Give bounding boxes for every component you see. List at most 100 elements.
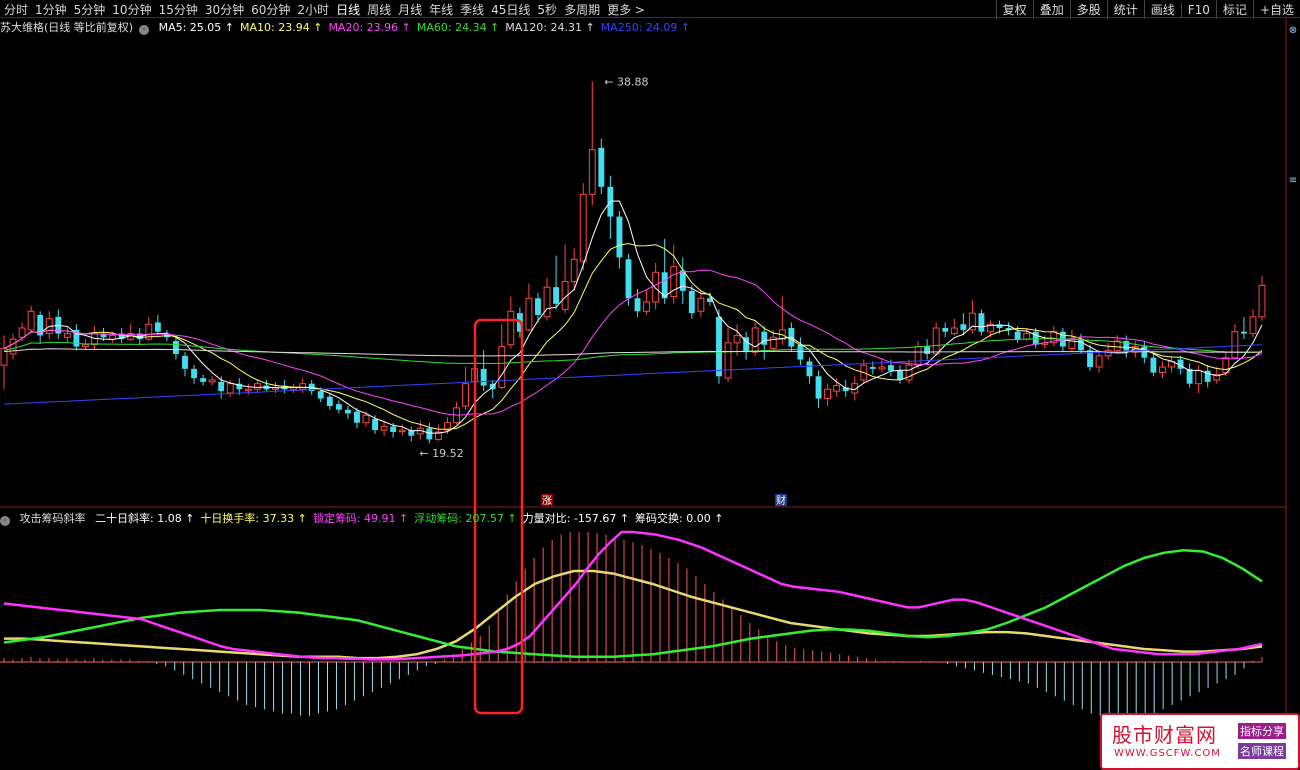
- candle-body: [996, 324, 1003, 328]
- candle-body: [914, 346, 922, 366]
- candle-body: [525, 297, 533, 331]
- candle-body: [507, 310, 515, 346]
- candle-body: [335, 404, 342, 410]
- candle-body: [390, 426, 397, 432]
- candle-body: [815, 376, 822, 399]
- settings-icon[interactable]: ◦: [139, 25, 150, 35]
- candle-body: [1095, 355, 1103, 368]
- candle-body: [761, 331, 768, 345]
- candle-body: [200, 378, 207, 382]
- right-scale-icon[interactable]: ≡: [1286, 175, 1300, 186]
- indicator-legend-item-2: 锁定筹码: 49.91 ↑: [312, 512, 409, 525]
- indicator-title: 攻击筹码斜率: [19, 512, 86, 525]
- candle-body: [244, 388, 252, 392]
- candle-body: [426, 428, 433, 440]
- candle-body: [652, 271, 660, 303]
- candle-body: [797, 344, 804, 360]
- candle-body: [1150, 357, 1157, 373]
- candle-body: [697, 297, 705, 312]
- candle-body: [91, 333, 98, 346]
- candle-body: [751, 327, 759, 353]
- watermark-logo: 股市财富网 WWW.GSCFW.COM 指标分享 名师课程: [1100, 713, 1300, 770]
- candle-body: [299, 383, 307, 390]
- candle-body: [1014, 331, 1021, 340]
- ma-legend-item-4: MA120: 24.31 ↑: [505, 21, 595, 34]
- candle-body: [598, 147, 605, 187]
- candle-body: [824, 388, 832, 400]
- candle-body: [18, 327, 26, 338]
- candle-body: [1195, 370, 1203, 385]
- ma-line-MA5: [3, 200, 1263, 434]
- candle-body: [372, 419, 379, 431]
- candle-body: [688, 290, 695, 314]
- candle-body: [878, 366, 886, 370]
- candle-body: [208, 379, 216, 383]
- stock-title: 苏大维格(日线 等比前复权): [0, 21, 134, 34]
- candle-body: [588, 149, 596, 195]
- candlestick-series: [0, 81, 1266, 444]
- candle-body: [1249, 316, 1257, 335]
- indicator-settings-icon[interactable]: ◦: [0, 516, 10, 526]
- close-icon[interactable]: ⊗: [1286, 25, 1300, 36]
- candle-body: [716, 316, 722, 377]
- indicator-legend-item-5: 筹码交换: 0.00 ↑: [635, 512, 724, 525]
- candle-body: [1240, 331, 1247, 334]
- candle-body: [63, 333, 71, 338]
- candle-body: [109, 334, 117, 340]
- zhang-marker: 涨: [542, 495, 552, 507]
- indicator-legend-item-1: 十日换手率: 37.33 ↑: [200, 512, 307, 525]
- watermark-tag-course: 名师课程: [1238, 743, 1286, 759]
- candle-body: [543, 286, 551, 318]
- ma-legend-item-2: MA20: 23.96 ↑: [328, 21, 411, 34]
- candle-body: [1258, 284, 1266, 318]
- candle-body: [326, 396, 333, 406]
- indicator-legend-item-4: 力量对比: -157.67 ↑: [522, 512, 630, 525]
- candle-body: [932, 327, 940, 355]
- candle-body: [362, 414, 370, 424]
- watermark-title: 股市财富网: [1112, 723, 1217, 747]
- candle-body: [535, 298, 541, 315]
- candle-body: [1222, 357, 1230, 374]
- candle-body: [480, 368, 487, 386]
- candle-body: [380, 425, 388, 431]
- candle-body: [354, 411, 360, 423]
- candle-body: [960, 324, 967, 330]
- indicator-bars: [0, 532, 1263, 720]
- candle-body: [950, 327, 958, 335]
- candle-body: [27, 310, 35, 331]
- candle-body: [634, 298, 641, 312]
- candle-body: [253, 383, 261, 390]
- candle-body: [218, 381, 225, 392]
- candle-body: [154, 322, 161, 332]
- ma-line-MA10: [3, 242, 1263, 430]
- candle-body: [897, 370, 903, 380]
- candle-body: [398, 429, 406, 433]
- candle-body: [182, 355, 188, 369]
- candle-body: [833, 385, 841, 392]
- low-price-label: ← 19.52: [419, 447, 463, 460]
- candle-body: [553, 287, 560, 304]
- stock-chart[interactable]: ← 38.88 ← 19.52 涨 财: [0, 0, 1300, 770]
- watermark-url: WWW.GSCFW.COM: [1114, 748, 1221, 759]
- ma-legend-item-1: MA10: 23.94 ↑: [240, 21, 323, 34]
- candle-body: [806, 361, 813, 377]
- moving-average-lines: [3, 200, 1263, 434]
- candle-body: [869, 367, 876, 369]
- candle-body: [0, 347, 8, 366]
- watermark-tag-share: 指标分享: [1238, 723, 1286, 739]
- indicator-legend: ◦ 攻击筹码斜率 二十日斜率: 1.08 ↑ 十日换手率: 37.33 ↑ 锁定筹码…: [0, 510, 729, 526]
- cai-marker: 财: [776, 494, 786, 507]
- candle-body: [191, 368, 197, 379]
- candle-body: [1231, 331, 1239, 359]
- candle-body: [579, 193, 587, 262]
- candle-body: [733, 334, 741, 344]
- candle-body: [942, 328, 949, 332]
- candle-body: [173, 341, 179, 354]
- candle-body: [344, 409, 351, 414]
- candle-body: [9, 338, 17, 355]
- candle-body: [924, 346, 931, 354]
- candle-body: [317, 391, 324, 399]
- main-legend: 苏大维格(日线 等比前复权) ◦ MA5: 25.05 ↑ MA10: 23.94 …: [0, 19, 696, 35]
- ma-legend-item-5: MA250: 24.09 ↑: [600, 21, 691, 34]
- ma-legend-item-0: MA5: 25.05 ↑: [158, 21, 235, 34]
